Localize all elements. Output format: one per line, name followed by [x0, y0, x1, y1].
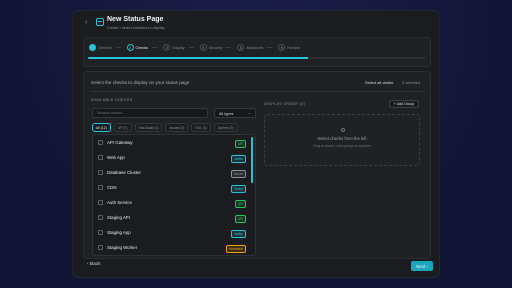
- check-checkbox[interactable]: [98, 140, 103, 145]
- step-number: 3: [163, 44, 171, 51]
- filter-chips: All (12) UP (7) Has Badd (1) Issues (3) SSL …: [92, 123, 241, 132]
- search-input[interactable]: [92, 108, 208, 118]
- filter-chip[interactable]: UP (7): [113, 123, 132, 132]
- step-label: Display: [172, 45, 185, 50]
- step-number: 6: [278, 44, 286, 51]
- available-checks-heading: AVAILABLE CHECKS: [91, 98, 133, 102]
- type-select-value: All types: [219, 111, 234, 116]
- list-item[interactable]: API Gateway API: [96, 137, 250, 150]
- divider: [91, 91, 425, 92]
- list-item[interactable]: Staging Worker Heartbeat: [96, 242, 250, 255]
- progress-fill: [88, 57, 308, 59]
- filter-chip[interactable]: Has Badd (1): [134, 123, 163, 132]
- filter-chip[interactable]: All (12): [92, 123, 111, 132]
- step-label: Advanced: [246, 45, 264, 50]
- list-item[interactable]: Web App Active: [96, 152, 250, 165]
- filter-chip[interactable]: Issues (3): [165, 123, 189, 132]
- check-checkbox[interactable]: [98, 245, 103, 250]
- checks-panel: Select the checks to display on your sta…: [83, 71, 431, 259]
- step-number: 5: [237, 44, 245, 51]
- add-group-button[interactable]: + Add Group: [389, 100, 419, 108]
- selected-count: 0 selected: [402, 80, 421, 85]
- empty-state-text: Select checks from the left: [317, 136, 367, 141]
- status-badge: API: [234, 139, 246, 148]
- chevron-down-icon: ⌄: [247, 110, 251, 115]
- check-name: CDN: [107, 185, 117, 190]
- check-name: Staging Worker: [107, 245, 138, 250]
- wizard-step[interactable]: ✓ General: [89, 44, 121, 51]
- wizard-step[interactable]: 3 Display: [163, 44, 194, 51]
- step-list: ✓ General 2 Checks 3 Display 4 Security 5 Advance…: [89, 44, 306, 51]
- check-checkbox[interactable]: [98, 185, 103, 190]
- check-checkbox[interactable]: [98, 215, 103, 220]
- status-badge: API: [234, 199, 246, 208]
- list-item[interactable]: Database Cluster Server: [96, 167, 250, 180]
- check-name: Staging App: [107, 230, 131, 235]
- status-badge: API: [234, 214, 246, 223]
- list-item[interactable]: Staging API API: [96, 212, 250, 225]
- step-label: Checks: [135, 45, 149, 50]
- select-all-button[interactable]: Select all visible: [365, 80, 393, 85]
- step-separator: [152, 47, 158, 48]
- wizard-step[interactable]: 6 Review: [278, 44, 300, 51]
- status-page-icon: [96, 18, 104, 26]
- checks-prompt: Select the checks to display on your sta…: [91, 80, 190, 85]
- check-checkbox[interactable]: [98, 170, 103, 175]
- list-item[interactable]: CDN Active: [96, 182, 250, 195]
- wizard-step[interactable]: 5 Advanced: [237, 44, 273, 51]
- check-checkbox[interactable]: [98, 155, 103, 160]
- step-label: Review: [287, 45, 300, 50]
- filter-chip[interactable]: Uptime (9): [213, 123, 238, 132]
- wizard-step[interactable]: 4 Security: [199, 44, 232, 51]
- step-separator: [115, 47, 121, 48]
- empty-state-icon: [341, 128, 345, 132]
- status-badge: Active: [231, 229, 246, 238]
- wizard-stepper: ✓ General 2 Checks 3 Display 4 Security 5 Advance…: [83, 37, 431, 67]
- page-subtitle: Create • select monitors to display: [107, 26, 165, 30]
- chevron-left-icon[interactable]: ‹: [85, 19, 87, 26]
- step-label: Security: [208, 45, 223, 50]
- check-checkbox[interactable]: [98, 230, 103, 235]
- available-checks-list: API Gateway API Web App Active Database Clus…: [92, 134, 256, 256]
- check-name: Staging API: [107, 215, 130, 220]
- check-name: Database Cluster: [107, 170, 141, 175]
- status-badge: Heartbeat: [226, 244, 246, 253]
- back-button[interactable]: ‹ Back: [87, 262, 101, 267]
- status-badge: Server: [230, 169, 246, 178]
- step-separator: [226, 47, 232, 48]
- step-number: 2: [126, 44, 134, 51]
- wizard-step[interactable]: 2 Checks: [126, 44, 158, 51]
- page-title: New Status Page: [107, 16, 164, 23]
- type-select[interactable]: All types ⌄: [214, 108, 256, 118]
- status-badge: Active: [231, 154, 246, 163]
- empty-state-hint: Drag to reorder • Add groups to organize: [313, 144, 371, 148]
- next-button[interactable]: Next ›: [411, 261, 433, 271]
- status-badge: Active: [231, 184, 246, 193]
- step-separator: [188, 47, 194, 48]
- step-label: General: [98, 45, 112, 50]
- filter-chip[interactable]: SSL (1): [191, 123, 211, 132]
- display-order-dropzone[interactable]: Select checks from the left Drag to reor…: [264, 114, 420, 166]
- list-item[interactable]: Staging App Active: [96, 227, 250, 240]
- step-number: ✓: [89, 44, 96, 51]
- list-scrollbar[interactable]: [251, 137, 253, 183]
- status-page-wizard: ‹ New Status Page Create • select monito…: [72, 10, 440, 278]
- step-separator: [267, 47, 273, 48]
- check-name: API Gateway: [107, 140, 133, 145]
- display-order-heading: DISPLAY ORDER (0): [264, 102, 306, 106]
- list-item[interactable]: Auth Service API: [96, 197, 250, 210]
- check-name: Auth Service: [107, 200, 132, 205]
- step-number: 4: [199, 44, 207, 51]
- check-name: Web App: [107, 155, 125, 160]
- check-checkbox[interactable]: [98, 200, 103, 205]
- progress-bar: [88, 57, 426, 59]
